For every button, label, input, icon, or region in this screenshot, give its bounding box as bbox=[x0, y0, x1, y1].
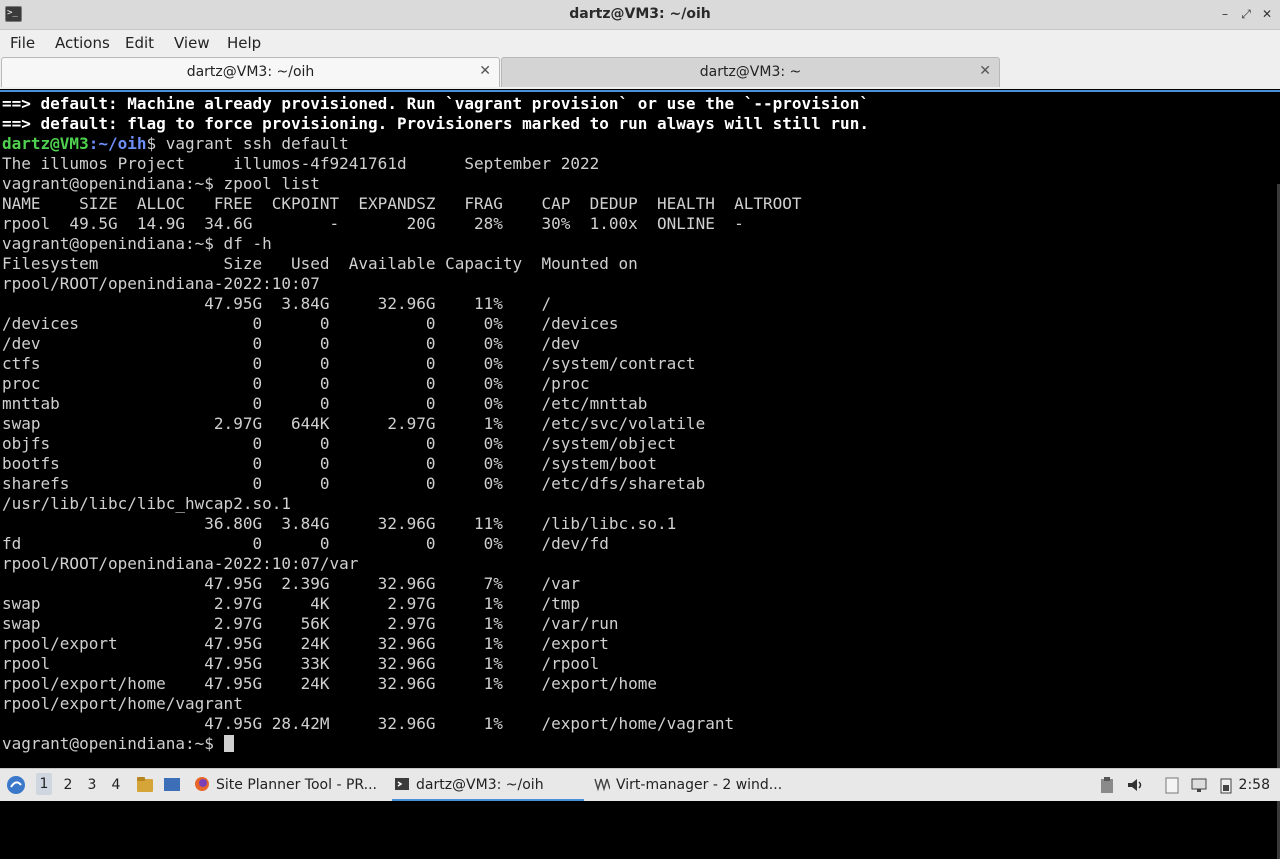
file-manager-icon[interactable] bbox=[134, 769, 156, 801]
terminal-line: /dev 0 0 0 0% /dev bbox=[2, 334, 580, 353]
taskbar: 1 2 3 4 Site Planner Tool - PR... dartz@… bbox=[0, 768, 1280, 801]
final-prompt: vagrant@openindiana:~$ bbox=[2, 734, 224, 753]
terminal-line: proc 0 0 0 0% /proc bbox=[2, 374, 590, 393]
window-titlebar[interactable]: >_ dartz@VM3: ~/oih – ⤢ ✕ bbox=[0, 0, 1280, 30]
show-desktop-icon[interactable] bbox=[160, 769, 184, 801]
menu-view[interactable]: View bbox=[174, 34, 210, 52]
terminal-line: vagrant@openindiana:~$ zpool list bbox=[2, 174, 320, 193]
terminal-output: ==> default: Machine already provisioned… bbox=[2, 94, 1278, 754]
terminal-line: rpool/ROOT/openindiana-2022:10:07/var bbox=[2, 554, 359, 573]
virt-manager-icon bbox=[594, 778, 610, 792]
terminal-line: swap 2.97G 56K 2.97G 1% /var/run bbox=[2, 614, 619, 633]
terminal-line: NAME SIZE ALLOC FREE CKPOINT EXPANDSZ FR… bbox=[2, 194, 802, 213]
terminal-line: /devices 0 0 0 0% /devices bbox=[2, 314, 619, 333]
workspace-4[interactable]: 4 bbox=[108, 777, 124, 793]
terminal-line: rpool/ROOT/openindiana-2022:10:07 bbox=[2, 274, 320, 293]
menu-actions[interactable]: Actions bbox=[55, 34, 110, 52]
menu-edit[interactable]: Edit bbox=[125, 34, 154, 52]
volume-icon[interactable] bbox=[1126, 776, 1144, 794]
tab-bar: dartz@VM3: ~/oih ✕ dartz@VM3: ~ ✕ bbox=[0, 57, 1280, 89]
terminal-prompt-line: dartz@VM3:~/oih$ vagrant ssh default bbox=[2, 134, 1278, 154]
menu-file[interactable]: File bbox=[10, 34, 35, 52]
start-menu-icon[interactable] bbox=[4, 769, 28, 801]
terminal-line: swap 2.97G 4K 2.97G 1% /tmp bbox=[2, 594, 580, 613]
terminal-line: ctfs 0 0 0 0% /system/contract bbox=[2, 354, 696, 373]
workspace-3[interactable]: 3 bbox=[84, 777, 100, 793]
firefox-icon bbox=[195, 777, 209, 791]
workspace-2[interactable]: 2 bbox=[60, 777, 76, 793]
terminal-line: rpool/export/home 47.95G 24K 32.96G 1% /… bbox=[2, 674, 658, 693]
tab-close-icon[interactable]: ✕ bbox=[479, 63, 491, 79]
prompt-user-host: dartz@VM3 bbox=[2, 134, 89, 153]
task-site-planner[interactable]: Site Planner Tool - PR... bbox=[192, 771, 384, 799]
terminal-line: vagrant@openindiana:~$ df -h bbox=[2, 234, 272, 253]
terminal-line: rpool 47.95G 33K 32.96G 1% /rpool bbox=[2, 654, 600, 673]
terminal-line: rpool 49.5G 14.9G 34.6G - 20G 28% 30% 1.… bbox=[2, 214, 744, 233]
close-icon[interactable]: ✕ bbox=[1258, 5, 1276, 23]
terminal-final-prompt-line[interactable]: vagrant@openindiana:~$ bbox=[2, 734, 1278, 754]
task-terminal[interactable]: dartz@VM3: ~/oih bbox=[392, 771, 584, 801]
terminal-line: Filesystem Size Used Available Capacity … bbox=[2, 254, 638, 273]
prompt-path: :~/oih bbox=[88, 134, 147, 153]
tab-home[interactable]: dartz@VM3: ~ ✕ bbox=[501, 57, 1000, 87]
clock[interactable]: 2:58 bbox=[1239, 777, 1270, 793]
terminal-line: 47.95G 2.39G 32.96G 7% /var bbox=[2, 574, 580, 593]
prompt-command: vagrant ssh default bbox=[156, 134, 349, 153]
menu-help[interactable]: Help bbox=[227, 34, 261, 52]
battery-icon[interactable] bbox=[1218, 776, 1236, 794]
menu-bar: File Actions Edit View Help bbox=[0, 30, 1280, 57]
terminal-line: sharefs 0 0 0 0% /etc/dfs/sharetab bbox=[2, 474, 706, 493]
terminal-view[interactable]: ==> default: Machine already provisioned… bbox=[0, 90, 1280, 859]
tab-label: dartz@VM3: ~/oih bbox=[186, 64, 315, 80]
terminal-line: 47.95G 28.42M 32.96G 1% /export/home/vag… bbox=[2, 714, 735, 733]
network-icon[interactable] bbox=[1190, 776, 1208, 794]
minimize-icon[interactable]: – bbox=[1216, 5, 1234, 23]
terminal-line: objfs 0 0 0 0% /system/object bbox=[2, 434, 677, 453]
terminal-line: fd 0 0 0 0% /dev/fd bbox=[2, 534, 609, 553]
terminal-line: 47.95G 3.84G 32.96G 11% / bbox=[2, 294, 552, 313]
tab-oih[interactable]: dartz@VM3: ~/oih ✕ bbox=[1, 57, 500, 87]
terminal-line: mnttab 0 0 0 0% /etc/mnttab bbox=[2, 394, 648, 413]
document-icon[interactable] bbox=[1163, 776, 1181, 794]
terminal-line: The illumos Project illumos-4f9241761d S… bbox=[2, 154, 600, 173]
terminal-line: /usr/lib/libc/libc_hwcap2.so.1 bbox=[2, 494, 291, 513]
terminal-line: ==> default: flag to force provisioning.… bbox=[2, 114, 869, 133]
terminal-line: ==> default: Machine already provisioned… bbox=[2, 94, 869, 113]
terminal-icon bbox=[395, 778, 409, 790]
tab-close-icon[interactable]: ✕ bbox=[979, 63, 991, 79]
prompt-dollar: $ bbox=[146, 134, 157, 153]
maximize-icon[interactable]: ⤢ bbox=[1237, 5, 1255, 23]
task-label: Site Planner Tool - PR... bbox=[216, 777, 377, 793]
clipboard-icon[interactable] bbox=[1098, 776, 1116, 794]
terminal-line: bootfs 0 0 0 0% /system/boot bbox=[2, 454, 658, 473]
text-cursor bbox=[223, 735, 234, 752]
workspace-1[interactable]: 1 bbox=[36, 773, 52, 795]
window-title: dartz@VM3: ~/oih bbox=[569, 6, 711, 22]
task-virt-manager[interactable]: Virt-manager - 2 wind... bbox=[592, 771, 784, 799]
terminal-line: rpool/export 47.95G 24K 32.96G 1% /expor… bbox=[2, 634, 609, 653]
terminal-line: 36.80G 3.84G 32.96G 11% /lib/libc.so.1 bbox=[2, 514, 677, 533]
terminal-line: rpool/export/home/vagrant bbox=[2, 694, 243, 713]
terminal-line: swap 2.97G 644K 2.97G 1% /etc/svc/volati… bbox=[2, 414, 706, 433]
task-label: Virt-manager - 2 wind... bbox=[616, 777, 783, 793]
tab-label: dartz@VM3: ~ bbox=[699, 64, 802, 80]
task-label: dartz@VM3: ~/oih bbox=[416, 777, 544, 793]
